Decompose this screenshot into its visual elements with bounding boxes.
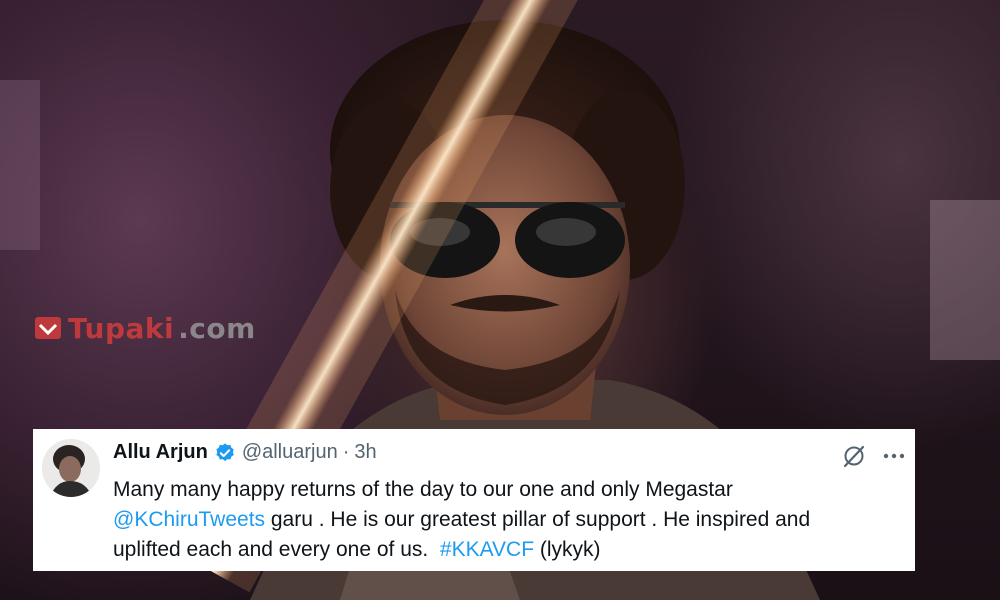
- hashtag-link[interactable]: #KKAVCF: [440, 538, 534, 561]
- tweet-text-line3: uplifted each and every one of us.: [113, 538, 440, 561]
- avatar[interactable]: [42, 439, 100, 497]
- tweet-header: Allu Arjun @alluarjun · 3h: [113, 441, 377, 464]
- tweet-card[interactable]: Allu Arjun @alluarjun · 3h Many many hap…: [33, 429, 915, 571]
- mention-link[interactable]: @KChiruTweets: [113, 508, 265, 531]
- grok-icon[interactable]: [841, 443, 867, 469]
- tweet-text-line3-end: (lykyk): [534, 538, 601, 561]
- author-handle[interactable]: @alluarjun: [242, 441, 338, 464]
- watermark: Tupaki .com: [34, 310, 256, 346]
- tweet-text-line1: Many many happy returns of the day to ou…: [113, 478, 733, 501]
- watermark-brand: Tupaki: [68, 311, 175, 345]
- author-name[interactable]: Allu Arjun: [113, 441, 208, 464]
- tweet-text-line2: garu . He is our greatest pillar of supp…: [265, 508, 811, 531]
- timestamp[interactable]: 3h: [354, 441, 376, 464]
- verified-badge-icon: [216, 442, 234, 461]
- tupaki-logo-icon: [35, 317, 61, 339]
- separator-dot: ·: [342, 441, 350, 463]
- more-options-icon[interactable]: [881, 443, 907, 469]
- watermark-domain: .com: [178, 311, 256, 345]
- tweet-text: Many many happy returns of the day to ou…: [113, 475, 908, 565]
